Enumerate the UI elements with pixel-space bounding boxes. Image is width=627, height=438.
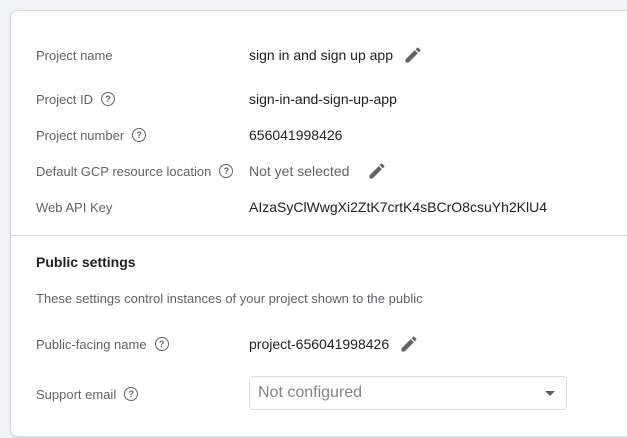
gcp-location-label-text: Default GCP resource location	[36, 163, 212, 179]
support-email-placeholder: Not configured	[258, 384, 363, 401]
public-facing-name-label: Public-facing name ?	[36, 336, 169, 352]
web-api-key-label-text: Web API Key	[36, 199, 113, 215]
web-api-key-value: AIzaSyClWwgXi2ZtK7crtK4sBCrO8csuYh2KlU4	[249, 199, 547, 215]
public-settings-description: These settings control instances of your…	[36, 291, 423, 306]
gcp-location-row-value: Not yet selected	[249, 159, 389, 183]
pencil-icon	[401, 336, 417, 352]
project-id-value: sign-in-and-sign-up-app	[249, 91, 397, 107]
project-id-label-text: Project ID	[36, 91, 94, 107]
project-number-row-value: 656041998426	[249, 127, 342, 143]
pencil-icon	[369, 163, 385, 179]
support-email-label: Support email ?	[36, 386, 139, 402]
project-name-label: Project name	[36, 47, 113, 63]
caret-down-icon	[545, 391, 555, 396]
help-icon[interactable]: ?	[101, 92, 116, 106]
gcp-location-value: Not yet selected	[249, 163, 350, 179]
project-id-row-value: sign-in-and-sign-up-app	[249, 91, 397, 107]
public-facing-name-row-value: project-656041998426	[249, 332, 421, 356]
project-id-label: Project ID ?	[36, 91, 116, 107]
project-name-label-text: Project name	[36, 47, 113, 63]
public-facing-name-label-text: Public-facing name	[36, 336, 147, 352]
project-number-value: 656041998426	[249, 127, 343, 143]
pencil-icon	[405, 47, 421, 63]
edit-gcp-location-button[interactable]	[365, 159, 389, 183]
public-settings-title: Public settings	[36, 254, 136, 270]
project-settings-card: Project name sign in and sign up app Pro…	[10, 10, 627, 437]
help-icon[interactable]: ?	[124, 387, 139, 401]
gcp-location-label: Default GCP resource location ?	[36, 163, 234, 179]
help-icon[interactable]: ?	[132, 128, 147, 142]
edit-project-name-button[interactable]	[401, 43, 425, 67]
edit-public-facing-name-button[interactable]	[397, 332, 421, 356]
web-api-key-label: Web API Key	[36, 199, 112, 215]
support-email-select[interactable]: Not configured	[249, 376, 567, 410]
help-icon[interactable]: ?	[219, 164, 234, 178]
project-name-value: sign in and sign up app	[249, 47, 393, 63]
project-number-label: Project number ?	[36, 127, 147, 143]
support-email-label-text: Support email	[36, 386, 117, 402]
public-facing-name-value: project-656041998426	[249, 336, 390, 352]
project-name-row-value: sign in and sign up app	[249, 43, 425, 67]
help-icon[interactable]: ?	[154, 337, 169, 351]
web-api-key-row-value: AIzaSyClWwgXi2ZtK7crtK4sBCrO8csuYh2KlU4	[249, 199, 547, 215]
project-number-label-text: Project number	[36, 127, 125, 143]
section-divider	[11, 235, 627, 236]
